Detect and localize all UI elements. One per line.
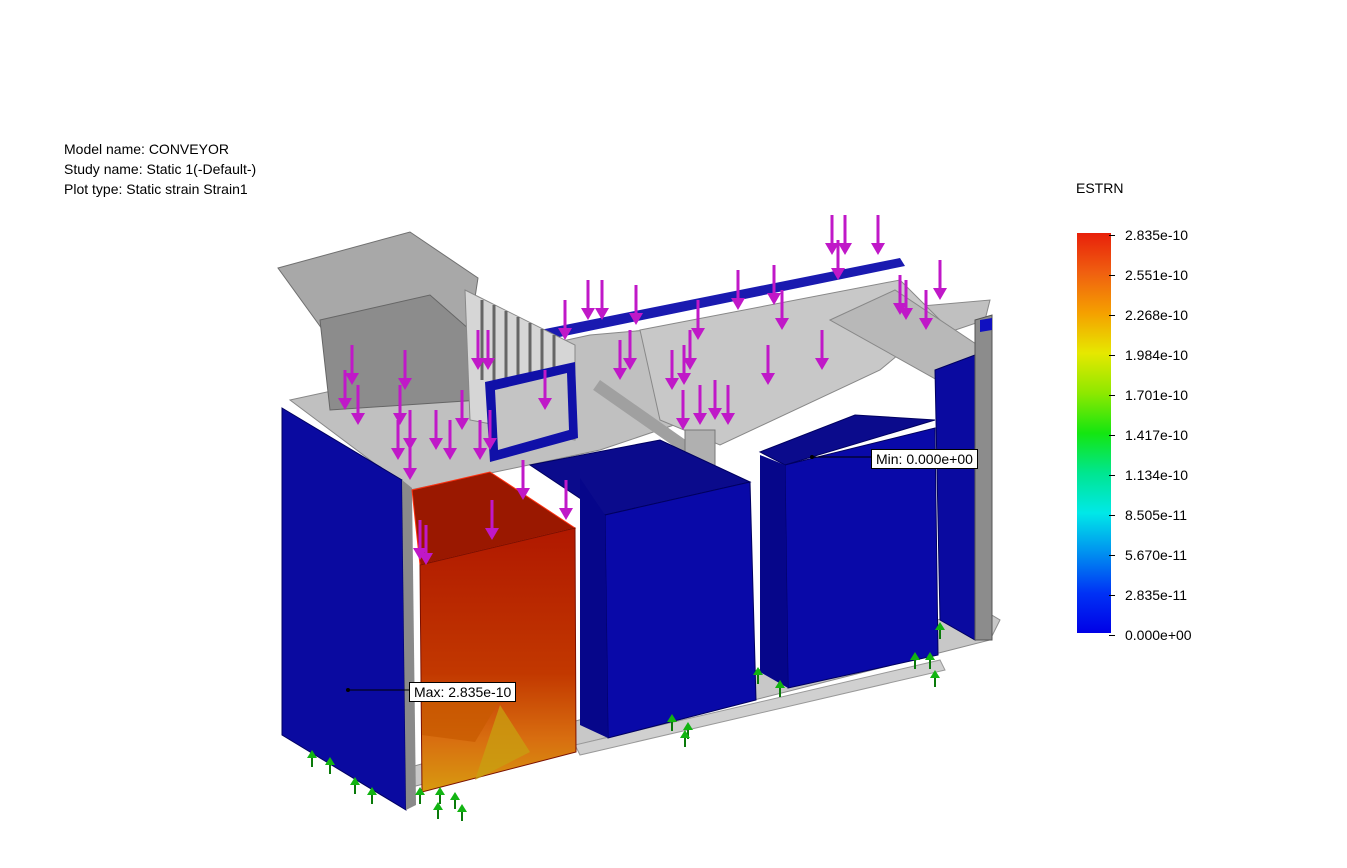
legend-tick-label: 0.000e+00 (1125, 627, 1192, 643)
legend-tick-label: 2.551e-10 (1125, 267, 1189, 283)
legend-tick-mark (1109, 435, 1115, 436)
middle-bin (604, 481, 757, 739)
legend-tick-mark (1109, 595, 1115, 596)
legend-tick-label: 1.417e-10 (1125, 427, 1189, 443)
fixture-marker (433, 802, 443, 819)
fixture-marker (435, 787, 445, 804)
min-callout[interactable]: Min: 0.000e+00 (871, 449, 978, 469)
fixture-marker (457, 804, 467, 821)
middle-bin-side (580, 478, 608, 738)
legend-tick-mark (1109, 395, 1115, 396)
right-bin-side (760, 455, 788, 688)
legend-tick-mark (1109, 515, 1115, 516)
load-arrow (933, 260, 947, 300)
fixture-marker (450, 792, 460, 809)
legend-tick-mark (1109, 555, 1115, 556)
legend-tick-mark (1109, 315, 1115, 316)
legend-tick-label: 2.835e-11 (1125, 587, 1188, 603)
legend-color-bar (1077, 233, 1111, 633)
load-arrow (871, 215, 885, 255)
legend-title: ESTRN (1076, 180, 1124, 196)
load-arrow (838, 215, 852, 255)
legend-tick-label: 1.701e-10 (1125, 387, 1189, 403)
load-arrow (581, 280, 595, 320)
load-arrow (595, 280, 609, 320)
legend-tick-label: 5.670e-11 (1125, 547, 1188, 563)
max-point (346, 688, 350, 692)
legend-tick-label: 1.984e-10 (1125, 347, 1189, 363)
legend-tick-mark (1109, 475, 1115, 476)
legend-tick-mark (1109, 275, 1115, 276)
min-point (810, 455, 814, 459)
max-callout[interactable]: Max: 2.835e-10 (409, 682, 517, 702)
legend-tick-label: 2.268e-10 (1125, 307, 1189, 323)
legend-tick-label: 2.835e-10 (1125, 227, 1189, 243)
legend-tick-label: 1.134e-10 (1125, 467, 1189, 483)
legend-tick-label: 8.505e-11 (1125, 507, 1188, 523)
legend-tick-mark (1109, 355, 1115, 356)
right-top-blue-edge (980, 318, 992, 332)
right-end-frame (974, 314, 993, 641)
right-end-panel (934, 354, 976, 641)
legend-tick-mark (1109, 635, 1115, 636)
legend-tick-mark (1109, 235, 1115, 236)
